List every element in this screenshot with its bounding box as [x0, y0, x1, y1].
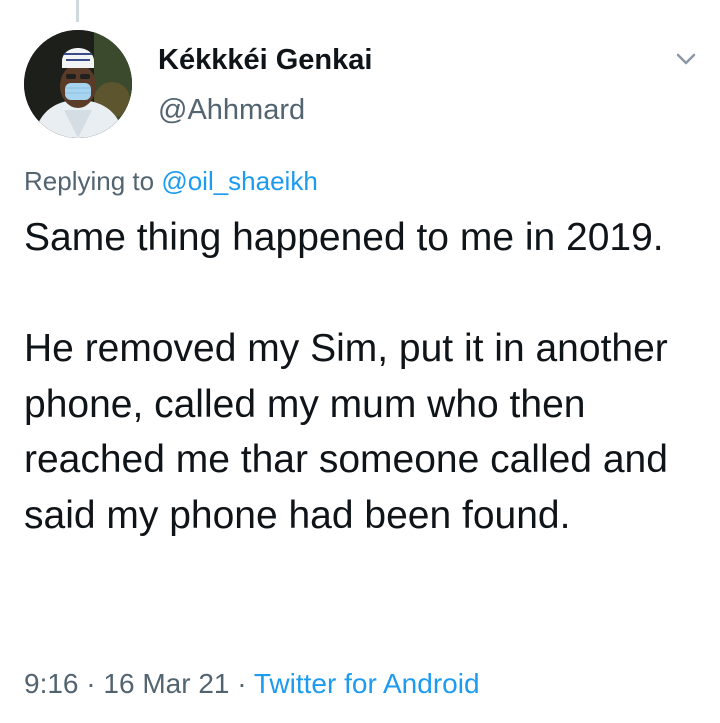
tweet-paragraph: Same thing happened to me in 2019.	[24, 216, 664, 259]
tweet-time[interactable]: 9:16	[24, 668, 79, 699]
author-display-name[interactable]: Kékkkéi Genkai	[158, 44, 372, 77]
tweet-date[interactable]: 16 Mar 21	[103, 668, 229, 699]
tweet-menu-button[interactable]	[672, 50, 700, 70]
tweet-body: Same thing happened to me in 2019. He re…	[24, 210, 704, 543]
meta-separator: ·	[237, 668, 247, 699]
thread-connector-line	[76, 0, 79, 22]
tweet-source-link[interactable]: Twitter for Android	[254, 668, 480, 699]
avatar-image	[24, 30, 132, 138]
replying-to-label: Replying to	[24, 166, 155, 196]
author-handle[interactable]: @Ahhmard	[158, 94, 305, 127]
avatar[interactable]	[24, 30, 132, 138]
tweet-meta: 9:16 · 16 Mar 21 · Twitter for Android	[24, 668, 480, 700]
replying-to-mention[interactable]: @oil_shaeikh	[161, 166, 317, 196]
replying-to-line: Replying to @oil_shaeikh	[24, 166, 318, 197]
chevron-down-icon	[676, 53, 696, 65]
meta-separator: ·	[86, 668, 96, 699]
tweet-paragraph: He removed my Sim, put it in another pho…	[24, 327, 668, 537]
